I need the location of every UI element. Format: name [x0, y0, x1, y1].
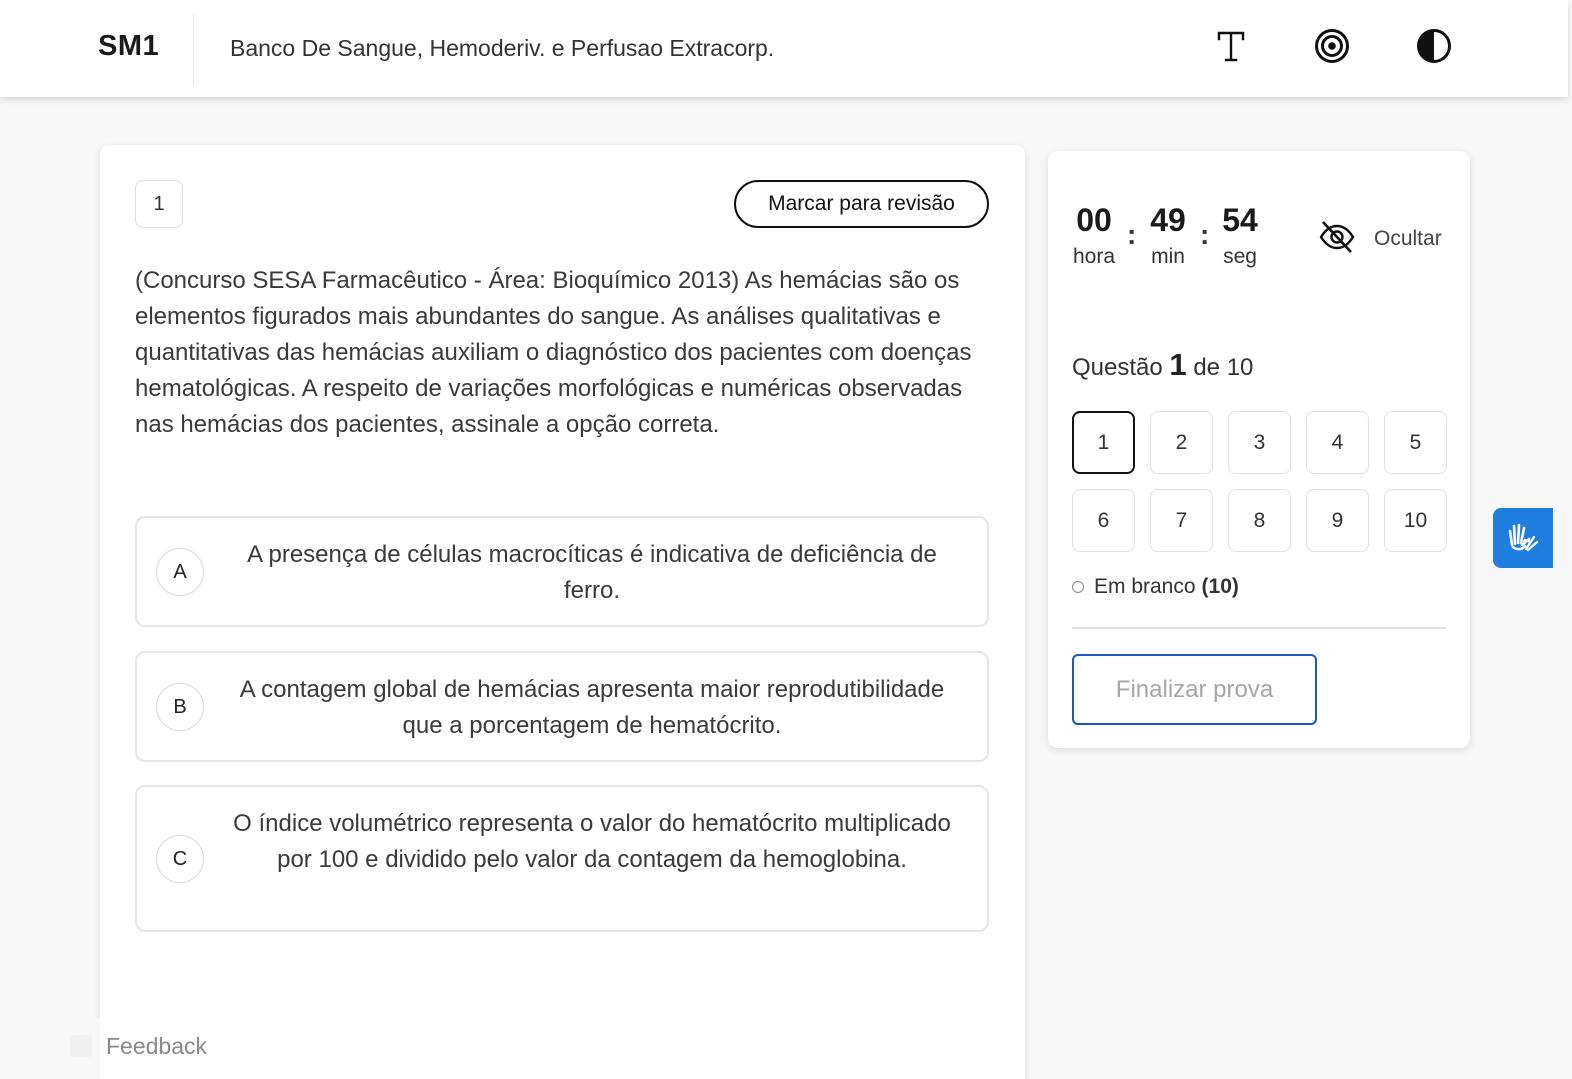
- question-text: (Concurso SESA Farmacêutico - Área: Bioq…: [135, 267, 972, 438]
- feedback-button[interactable]: Feedback: [70, 1031, 207, 1061]
- option-text: A contagem global de hemácias apresenta …: [239, 676, 945, 739]
- timer-minutes: 49 min: [1144, 201, 1192, 269]
- question-nav-button[interactable]: 1: [1072, 411, 1135, 474]
- question-nav-button[interactable]: 10: [1384, 489, 1447, 552]
- timer-hours-value: 00: [1076, 202, 1112, 238]
- option-letter: C: [156, 835, 204, 883]
- font-size-icon[interactable]: [1212, 27, 1250, 65]
- timer-separator: :: [1200, 219, 1210, 250]
- question-number: 1: [135, 180, 183, 228]
- question-nav-button[interactable]: 3: [1228, 411, 1291, 474]
- question-counter-suffix: de 10: [1193, 354, 1254, 381]
- timer-seconds-value: 54: [1222, 202, 1258, 238]
- option-b[interactable]: B A contagem global de hemácias apresent…: [135, 651, 989, 762]
- finish-exam-button[interactable]: Finalizar prova: [1072, 654, 1317, 725]
- eye-off-icon: [1318, 218, 1356, 261]
- question-counter-prefix: Questão: [1072, 354, 1163, 381]
- blank-dot-icon: [1072, 581, 1084, 593]
- question-nav-button[interactable]: 8: [1228, 489, 1291, 552]
- timer-seconds-label: seg: [1223, 245, 1257, 268]
- blank-legend-count: (10): [1201, 575, 1239, 598]
- hands-icon: [1504, 517, 1542, 560]
- exam-sidebar: 00 hora : 49 min : 54 seg Ocultar Questã…: [1048, 151, 1470, 748]
- blank-legend: Em branco (10): [1072, 575, 1239, 599]
- timer-minutes-value: 49: [1150, 202, 1186, 238]
- timer-hours: 00 hora: [1068, 201, 1120, 269]
- question-nav-button[interactable]: 4: [1306, 411, 1369, 474]
- header-divider: [193, 14, 194, 85]
- target-icon[interactable]: [1313, 27, 1351, 65]
- option-a[interactable]: A A presença de células macrocíticas é i…: [135, 516, 989, 627]
- timer-minutes-label: min: [1151, 245, 1185, 268]
- question-counter-current: 1: [1169, 347, 1187, 382]
- option-letter: A: [156, 548, 204, 596]
- top-header: SM1 Banco De Sangue, Hemoderiv. e Perfus…: [0, 0, 1568, 97]
- hide-timer-toggle[interactable]: Ocultar: [1318, 219, 1442, 259]
- contrast-icon[interactable]: [1415, 27, 1453, 65]
- option-c[interactable]: C O índice volumétrico representa o valo…: [135, 785, 989, 932]
- option-text: A presença de células macrocíticas é ind…: [247, 541, 937, 604]
- mark-for-review-button[interactable]: Marcar para revisão: [734, 180, 989, 228]
- question-card: 1 Marcar para revisão (Concurso SESA Far…: [100, 145, 1025, 1079]
- sign-language-button[interactable]: [1493, 508, 1553, 568]
- question-nav-button[interactable]: 5: [1384, 411, 1447, 474]
- hide-label: Ocultar: [1374, 227, 1442, 250]
- option-letter: B: [156, 683, 204, 731]
- feedback-icon: [70, 1035, 92, 1057]
- question-nav-button[interactable]: 2: [1150, 411, 1213, 474]
- question-nav-button[interactable]: 6: [1072, 489, 1135, 552]
- sidebar-divider: [1072, 627, 1446, 629]
- course-title: Banco De Sangue, Hemoderiv. e Perfusao E…: [230, 35, 775, 61]
- timer-separator: :: [1127, 219, 1137, 250]
- timer-hours-label: hora: [1072, 245, 1116, 268]
- question-navigator: 1 2 3 4 5 6 7 8 9 10: [1072, 411, 1448, 552]
- blank-legend-label: Em branco: [1094, 575, 1196, 598]
- feedback-label: Feedback: [106, 1032, 208, 1059]
- logo: SM1: [98, 30, 160, 62]
- question-nav-button[interactable]: 7: [1150, 489, 1213, 552]
- timer-seconds: 54 seg: [1216, 201, 1264, 269]
- option-text: O índice volumétrico representa o valor …: [233, 810, 951, 873]
- question-nav-button[interactable]: 9: [1306, 489, 1369, 552]
- question-counter: Questão 1 de 10: [1072, 347, 1253, 383]
